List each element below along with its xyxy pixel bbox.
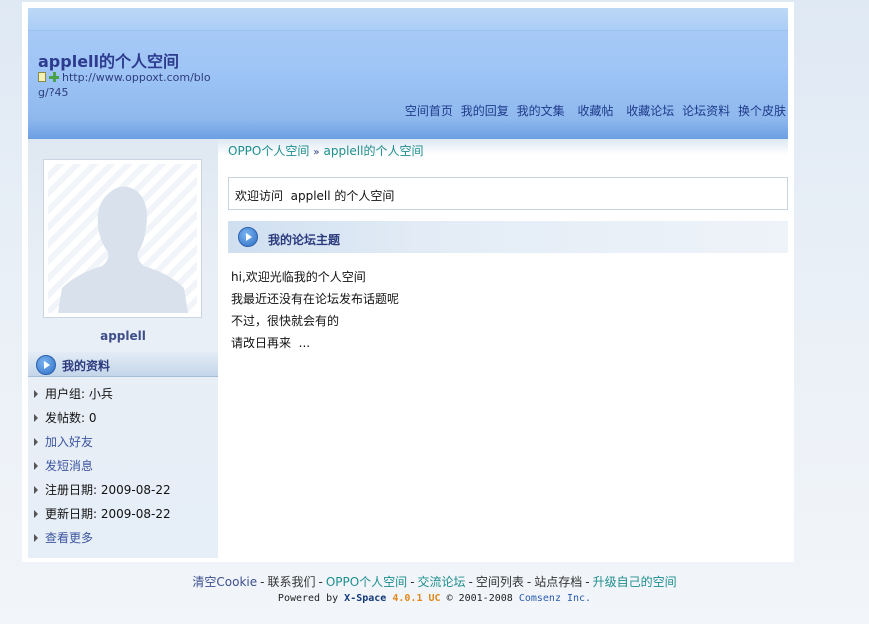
copyright: © 2001-2008 — [446, 593, 513, 604]
breadcrumb: OPPO个人空间 » applell的个人空间 — [228, 142, 423, 159]
document-icon[interactable] — [38, 72, 46, 82]
profile-section-header: 我的资料 — [28, 352, 218, 377]
site-url-row: http://www.oppoxt.com/blog/?45 — [38, 70, 213, 100]
breadcrumb-home[interactable]: OPPO个人空间 — [228, 144, 309, 158]
welcome-text: 欢迎访问 applell 的个人空间 — [235, 189, 395, 203]
add-icon[interactable] — [49, 72, 59, 82]
profile-user-group: 用户组: 小兵 — [28, 382, 218, 406]
footer-clear-cookie[interactable]: 清空Cookie — [192, 575, 257, 589]
footer-oppo-space[interactable]: OPPO个人空间 — [326, 575, 407, 589]
footer-separator: - — [410, 575, 415, 589]
profile-post-count: 发帖数: 0 — [28, 406, 218, 430]
threads-section-header: 我的论坛主题 — [228, 221, 788, 253]
footer-upgrade-space[interactable]: 升级自己的空间 — [593, 575, 677, 589]
username[interactable]: applell — [28, 329, 218, 343]
footer-archive[interactable]: 站点存档 — [534, 575, 582, 589]
site-title[interactable]: applell的个人空间 — [38, 48, 179, 72]
empty-line: 不过，很快就会有的 — [231, 314, 340, 328]
avatar[interactable] — [43, 159, 202, 318]
empty-line: 请改日再来 ... — [231, 336, 311, 350]
top-nav: 空间首页 我的回复 我的文集 收藏帖 收藏论坛 论坛资料 换个皮肤 — [401, 102, 786, 119]
nav-forum-profile[interactable]: 论坛资料 — [682, 104, 730, 118]
product-version: 4.0.1 UC — [392, 593, 441, 604]
nav-favorite-posts[interactable]: 收藏帖 — [577, 104, 613, 118]
profile-update-date: 更新日期: 2009-08-22 — [28, 502, 218, 526]
nav-my-replies[interactable]: 我的回复 — [461, 104, 509, 118]
page-frame: applell的个人空间 http://www.oppoxt.com/blog/… — [22, 2, 794, 562]
threads-section-title: 我的论坛主题 — [268, 233, 341, 247]
product-link[interactable]: X-Space — [344, 593, 386, 604]
footer-separator: - — [468, 575, 473, 589]
nav-change-skin[interactable]: 换个皮肤 — [738, 104, 786, 118]
breadcrumb-current[interactable]: applell的个人空间 — [324, 144, 424, 158]
profile-section-title: 我的资料 — [62, 359, 111, 373]
footer-separator: - — [318, 575, 323, 589]
section-arrow-icon — [238, 227, 258, 247]
sidebar: applell 我的资料 用户组: 小兵 发帖数: 0 加入好友 发短消息 注册… — [28, 139, 218, 558]
profile-list: 用户组: 小兵 发帖数: 0 加入好友 发短消息 注册日期: 2009-08-2… — [28, 382, 218, 550]
header: applell的个人空间 http://www.oppoxt.com/blog/… — [28, 8, 788, 139]
view-more-link[interactable]: 查看更多 — [28, 526, 218, 550]
empty-threads-message: hi,欢迎光临我的个人空间 我最近还没有在论坛发布话题呢 不过，很快就会有的 请… — [231, 266, 399, 354]
footer-links: 清空Cookie - 联系我们 - OPPO个人空间 - 交流论坛 - 空间列表 - 站点存档 - 升级… — [0, 573, 869, 590]
empty-line: 我最近还没有在论坛发布话题呢 — [231, 292, 400, 306]
send-message-link[interactable]: 发短消息 — [28, 454, 218, 478]
nav-my-articles[interactable]: 我的文集 — [517, 104, 565, 118]
empty-line: hi,欢迎光临我的个人空间 — [231, 270, 366, 284]
add-friend-link[interactable]: 加入好友 — [28, 430, 218, 454]
welcome-box: 欢迎访问 applell 的个人空间 — [228, 177, 788, 210]
footer: 清空Cookie - 联系我们 - OPPO个人空间 - 交流论坛 - 空间列表 - 站点存档 - 升级… — [0, 573, 869, 604]
header-top-band — [28, 8, 788, 31]
avatar-image — [48, 164, 197, 313]
powered-by: Powered by X-Space 4.0.1 UC © 2001-2008 … — [0, 593, 869, 604]
site-url-link[interactable]: http://www.oppoxt.com/blog/?45 — [38, 71, 211, 99]
footer-separator: - — [260, 575, 265, 589]
footer-forum[interactable]: 交流论坛 — [418, 575, 466, 589]
footer-separator: - — [526, 575, 532, 589]
section-arrow-icon — [36, 355, 56, 375]
footer-space-list[interactable]: 空间列表 — [476, 575, 524, 589]
breadcrumb-separator: » — [313, 147, 320, 158]
powered-prefix: Powered by — [277, 593, 339, 604]
company-link[interactable]: Comsenz Inc. — [519, 593, 591, 604]
footer-contact[interactable]: 联系我们 — [267, 575, 315, 589]
nav-space-home[interactable]: 空间首页 — [405, 104, 453, 118]
profile-register-date: 注册日期: 2009-08-22 — [28, 478, 218, 502]
footer-separator: - — [585, 575, 590, 589]
nav-favorite-forums[interactable]: 收藏论坛 — [626, 104, 674, 118]
default-avatar-silhouette-icon — [58, 186, 188, 313]
